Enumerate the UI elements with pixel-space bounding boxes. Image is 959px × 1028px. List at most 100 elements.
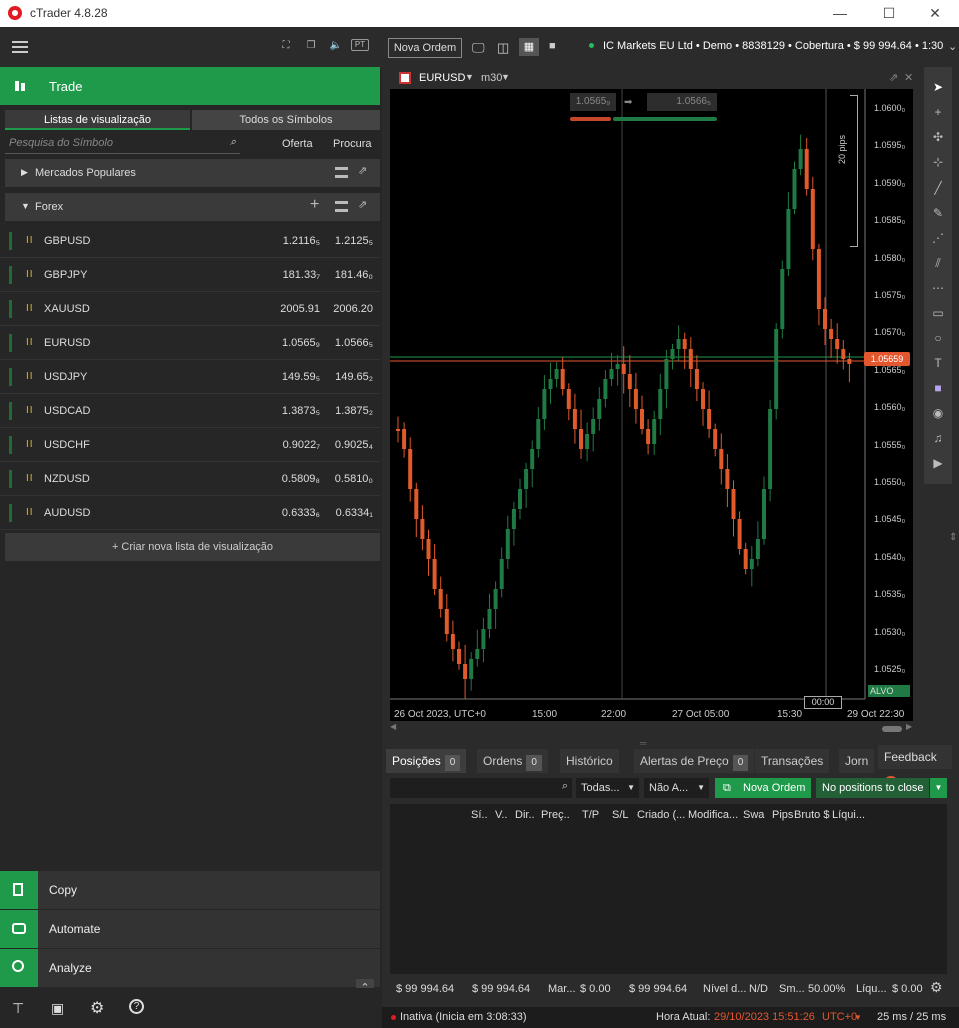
timeframe-dropdown-icon[interactable]: ▼ [501, 72, 510, 82]
search-icon[interactable]: ⌕ [562, 780, 568, 793]
grid-column-header[interactable]: Criado (... [637, 809, 685, 821]
ask-price[interactable]: 1.0566₅ [335, 337, 373, 349]
settings-icon[interactable]: ⚙ [90, 998, 104, 1018]
symbol-row[interactable]: II AUDUSD 0.6333₆ 0.6334₁ [0, 496, 380, 530]
tab-2[interactable]: Histórico [560, 749, 619, 773]
circle-icon[interactable]: ○ [930, 330, 946, 346]
pitchfork-icon[interactable]: ⫽ [930, 255, 946, 271]
filter-na-select[interactable]: Não A... ▼ [644, 778, 709, 798]
nav-analyze[interactable]: Analyze [0, 949, 380, 987]
symbol-row[interactable]: II USDJPY 149.59₅ 149.65₂ [0, 360, 380, 394]
timeframe[interactable]: m30 [481, 72, 502, 84]
pause-icon[interactable]: II [26, 303, 34, 314]
menu-icon[interactable] [12, 41, 28, 53]
resize-icon[interactable]: ⇕ [949, 532, 957, 543]
tab-3[interactable]: Alertas de Preço 0 [634, 749, 755, 773]
bid-price[interactable]: 2005.91 [280, 303, 320, 315]
symbol-row[interactable]: II GBPUSD 1.2116₅ 1.2125₅ [0, 224, 380, 258]
grid-column-header[interactable]: V.. [495, 809, 507, 821]
nav-automate[interactable]: Automate [0, 910, 380, 948]
grid-column-header[interactable]: T/P [582, 809, 599, 821]
grid-column-header[interactable]: S/L [612, 809, 629, 821]
close-all-button[interactable]: No positions to close [816, 778, 929, 798]
scroll-right-icon[interactable]: ▶ [906, 722, 912, 731]
bid-price[interactable]: 0.5809₈ [282, 473, 320, 485]
color-icon[interactable]: ■ [930, 380, 946, 396]
symbol-row[interactable]: II GBPJPY 181.33₇ 181.46₀ [0, 258, 380, 292]
grid-column-header[interactable]: Bruto $ [794, 809, 829, 821]
pause-icon[interactable]: II [26, 507, 34, 518]
grid-column-header[interactable]: Preç.. [541, 809, 570, 821]
account-info[interactable]: IC Markets EU Ltd • Demo • 8838129 • Cob… [603, 40, 943, 52]
single-layout-icon[interactable]: ■ [549, 40, 556, 52]
trade-nav[interactable]: Trade [0, 67, 380, 105]
symbol-row[interactable]: II XAUUSD 2005.91 2006.20 [0, 292, 380, 326]
timezone-dropdown-icon[interactable]: ▼ [854, 1007, 862, 1028]
pause-icon[interactable]: II [26, 405, 34, 416]
grid-column-header[interactable]: Líqui... [832, 809, 865, 821]
list-icon[interactable] [335, 167, 348, 178]
bid-price[interactable]: 0.9022₇ [283, 439, 320, 451]
language-pt-icon[interactable]: PT [351, 39, 369, 51]
ask-price[interactable]: 1.2125₅ [335, 235, 373, 247]
sell-price-button[interactable]: 1.0565₉ [570, 93, 616, 111]
pause-icon[interactable]: II [26, 337, 34, 348]
popout-icon[interactable]: ⇗ [889, 71, 898, 84]
sound-icon[interactable]: 🔈 [328, 39, 344, 53]
symbol-search-input[interactable]: Pesquisa do Símbolo ⌕ [5, 134, 240, 154]
pause-icon[interactable]: II [26, 439, 34, 450]
close-button[interactable]: ✕ [912, 3, 958, 23]
trade-terminal-icon[interactable]: ⊤ [12, 1000, 24, 1017]
chart-scrollbar[interactable]: ◀ ▶ [390, 722, 913, 733]
new-order-button[interactable]: Nova Ordem [388, 38, 462, 58]
help-icon[interactable]: ? [129, 999, 144, 1014]
close-chart-icon[interactable]: ✕ [904, 71, 913, 84]
tab-0[interactable]: Posições 0 [386, 749, 467, 773]
scroll-thumb[interactable] [882, 726, 902, 732]
fullscreen-icon[interactable]: ⛶ [278, 39, 294, 53]
move-icon[interactable]: ✣ [930, 129, 946, 145]
bell-icon[interactable]: ♫ [930, 430, 946, 446]
pencil-icon[interactable]: ✎ [930, 205, 946, 221]
search-icon[interactable]: ⌕ [230, 136, 236, 149]
ask-price[interactable]: 0.6334₁ [336, 507, 373, 519]
symbol-row[interactable]: II EURUSD 1.0565₉ 1.0566₅ [0, 326, 380, 360]
grid-column-header[interactable]: Sí.. [471, 809, 488, 821]
feedback-button[interactable]: Feedback 🗩 [878, 745, 952, 788]
splitter-handle[interactable]: ═ [640, 738, 646, 748]
layout-icon[interactable]: ❐ [303, 39, 319, 53]
bid-price[interactable]: 0.6333₆ [282, 507, 320, 519]
panel-icon[interactable]: ◫ [497, 40, 509, 56]
bid-price[interactable]: 1.2116₅ [283, 235, 320, 247]
play-icon[interactable]: ▶ [930, 455, 946, 471]
pause-icon[interactable]: II [26, 269, 34, 280]
bid-price[interactable]: 181.33₇ [283, 269, 320, 281]
tab-1[interactable]: Ordens 0 [477, 749, 548, 773]
bid-price[interactable]: 1.3873₅ [282, 405, 320, 417]
buy-price-button[interactable]: 1.0566₅ [647, 93, 717, 111]
grid-column-header[interactable]: Modifica... [688, 809, 738, 821]
pause-icon[interactable]: II [26, 371, 34, 382]
grid-column-header[interactable]: Dir.. [515, 809, 535, 821]
pause-icon[interactable]: II [26, 473, 34, 484]
price-chart[interactable]: 1.0565₉ ➡ 1.0566₅ 20 pips 1.0600₀ 1.0595₀… [390, 89, 913, 721]
create-watchlist-button[interactable]: + Criar nova lista de visualização [5, 533, 380, 561]
wallet-icon[interactable]: ▣ [51, 1000, 64, 1017]
symbol-dropdown-icon[interactable]: ▼ [465, 72, 474, 82]
grid-column-header[interactable]: Swa [743, 809, 764, 821]
fibonacci-icon[interactable]: ⋰ [930, 230, 946, 246]
cursor-icon[interactable]: ➤ [930, 79, 946, 95]
symbol-row[interactable]: II NZDUSD 0.5809₈ 0.5810₀ [0, 462, 380, 496]
positions-search-input[interactable]: ⌕ [390, 778, 572, 798]
section-popular-markets[interactable]: ▶ Mercados Populares ⇗ [5, 159, 380, 187]
monitor-icon[interactable]: 🖵 [472, 40, 485, 56]
ask-price[interactable]: 0.5810₀ [335, 473, 373, 485]
maximize-button[interactable]: ☐ [866, 3, 912, 23]
ask-price[interactable]: 0.9025₄ [335, 439, 373, 451]
ask-price[interactable]: 1.3875₂ [335, 405, 373, 417]
rectangle-icon[interactable]: ▭ [930, 305, 946, 321]
grid-layout-icon[interactable]: ▦ [519, 38, 539, 56]
bid-price[interactable]: 1.0565₉ [282, 337, 320, 349]
list-icon[interactable] [335, 201, 348, 212]
dropdown-icon[interactable]: ⌄ [948, 40, 957, 53]
